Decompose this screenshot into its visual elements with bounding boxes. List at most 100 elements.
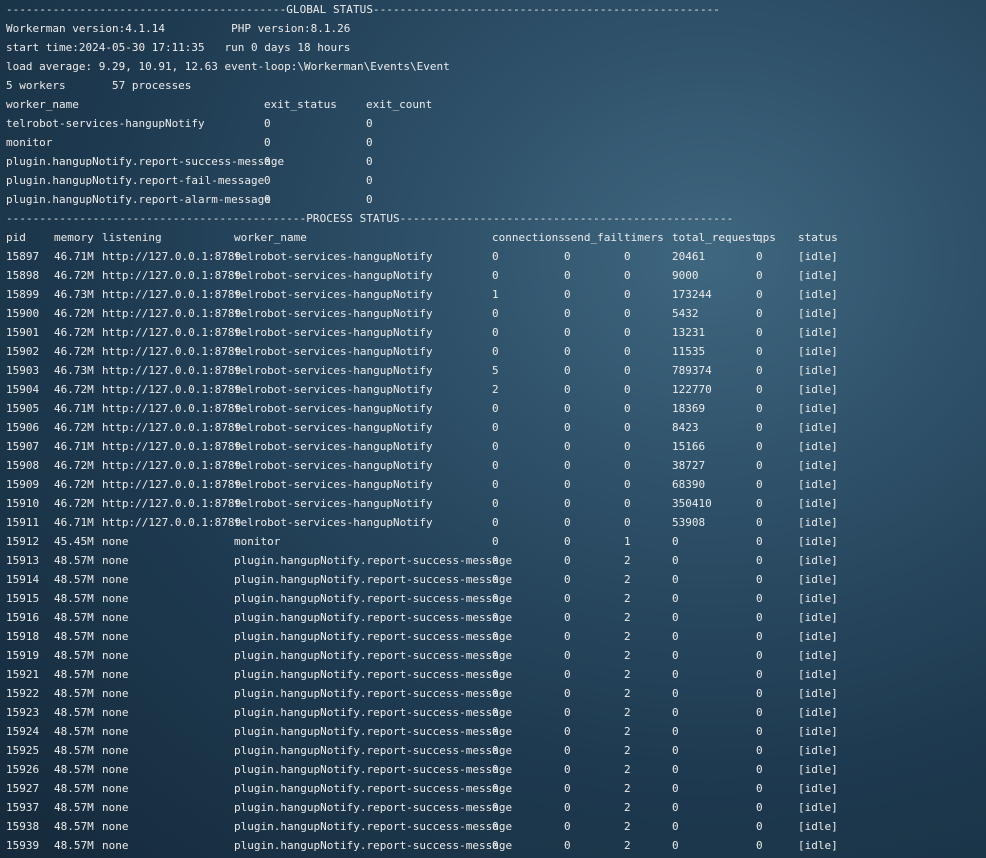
process-qps: 0	[756, 516, 763, 529]
process-qps: 0	[756, 573, 763, 586]
process-memory: 46.72M	[54, 421, 94, 434]
process-qps: 0	[756, 478, 763, 491]
process-qps: 0	[756, 288, 763, 301]
process-timers: 2	[624, 630, 631, 643]
process-timers: 0	[624, 250, 631, 263]
process-listening: http://127.0.0.1:8789	[102, 345, 242, 358]
process-listening: none	[102, 630, 129, 643]
process-status: [idle]	[798, 725, 838, 738]
process-table-header: pid memory listening worker_name connect…	[6, 228, 981, 247]
process-connections: 0	[492, 782, 499, 795]
process-status: [idle]	[798, 516, 838, 529]
process-qps: 0	[756, 307, 763, 320]
process-status: [idle]	[798, 269, 838, 282]
process-connections: 0	[492, 402, 499, 415]
col-pid: pid	[6, 231, 26, 244]
process-send-fail: 0	[564, 269, 571, 282]
process-connections: 0	[492, 592, 499, 605]
version-line: Workerman version:4.1.14 PHP version:8.1…	[6, 19, 981, 38]
process-qps: 0	[756, 497, 763, 510]
version-text: Workerman version:4.1.14 PHP version:8.1…	[6, 22, 351, 35]
process-total-request: 0	[672, 839, 679, 852]
process-pid: 15922	[6, 687, 40, 700]
process-send-fail: 0	[564, 706, 571, 719]
process-total-request: 38727	[672, 459, 706, 472]
process-memory: 48.57M	[54, 611, 94, 624]
process-listening: none	[102, 839, 129, 852]
process-worker-name: telrobot-services-hangupNotify	[234, 516, 433, 529]
process-total-request: 9000	[672, 269, 699, 282]
exit-count: 0	[366, 117, 373, 130]
process-memory: 46.71M	[54, 516, 94, 529]
process-pid: 15897	[6, 250, 40, 263]
process-qps: 0	[756, 269, 763, 282]
process-row: 15900 46.72M http://127.0.0.1:8789 telrobot…	[6, 304, 981, 323]
process-rows: 15897 46.71M http://127.0.0.1:8789 telrobot…	[6, 247, 981, 855]
process-timers: 0	[624, 345, 631, 358]
process-timers: 0	[624, 288, 631, 301]
process-status: [idle]	[798, 630, 838, 643]
process-timers: 2	[624, 782, 631, 795]
process-pid: 15915	[6, 592, 40, 605]
load-average-line: load average: 9.29, 10.91, 12.63 event-l…	[6, 57, 981, 76]
process-row: 15899 46.73M http://127.0.0.1:8789 telrobot…	[6, 285, 981, 304]
process-row: 15939 48.57M none plugin.hangupNotify.repor…	[6, 836, 981, 855]
process-worker-name: telrobot-services-hangupNotify	[234, 478, 433, 491]
process-row: 15912 45.45M none monitor 0 0 1 0 0 [idle]	[6, 532, 981, 551]
process-qps: 0	[756, 535, 763, 548]
process-connections: 0	[492, 421, 499, 434]
process-listening: http://127.0.0.1:8789	[102, 421, 242, 434]
process-connections: 0	[492, 250, 499, 263]
process-worker-name: plugin.hangupNotify.report-success-messa…	[234, 554, 513, 567]
process-total-request: 0	[672, 782, 679, 795]
process-worker-name: plugin.hangupNotify.report-success-messa…	[234, 573, 513, 586]
process-worker-name: plugin.hangupNotify.report-success-messa…	[234, 706, 513, 719]
process-pid: 15898	[6, 269, 40, 282]
process-timers: 2	[624, 744, 631, 757]
process-timers: 0	[624, 516, 631, 529]
process-memory: 45.45M	[54, 535, 94, 548]
process-timers: 1	[624, 535, 631, 548]
process-qps: 0	[756, 630, 763, 643]
process-send-fail: 0	[564, 459, 571, 472]
process-row: 15901 46.72M http://127.0.0.1:8789 telrobot…	[6, 323, 981, 342]
process-connections: 0	[492, 668, 499, 681]
process-status: [idle]	[798, 782, 838, 795]
process-timers: 0	[624, 421, 631, 434]
process-pid: 15914	[6, 573, 40, 586]
process-qps: 0	[756, 611, 763, 624]
process-send-fail: 0	[564, 649, 571, 662]
process-qps: 0	[756, 744, 763, 757]
process-status: [idle]	[798, 459, 838, 472]
start-time-text: start time:2024-05-30 17:11:35 run 0 day…	[6, 41, 351, 54]
workers-count-text: 5 workers 57 processes	[6, 79, 192, 92]
process-status: [idle]	[798, 744, 838, 757]
process-send-fail: 0	[564, 288, 571, 301]
process-timers: 2	[624, 573, 631, 586]
process-pid: 15912	[6, 535, 40, 548]
process-listening: none	[102, 725, 129, 738]
process-memory: 48.57M	[54, 763, 94, 776]
process-send-fail: 0	[564, 687, 571, 700]
process-pid: 15913	[6, 554, 40, 567]
process-memory: 46.72M	[54, 269, 94, 282]
workers-count-line: 5 workers 57 processes	[6, 76, 981, 95]
process-send-fail: 0	[564, 307, 571, 320]
worker-name: monitor	[6, 136, 53, 149]
process-pid: 15908	[6, 459, 40, 472]
exit-status: 0	[264, 174, 271, 187]
process-pid: 15937	[6, 801, 40, 814]
process-status: [idle]	[798, 801, 838, 814]
process-timers: 0	[624, 326, 631, 339]
process-worker-name: telrobot-services-hangupNotify	[234, 364, 433, 377]
process-status: [idle]	[798, 573, 838, 586]
process-pid: 15901	[6, 326, 40, 339]
process-listening: none	[102, 763, 129, 776]
process-total-request: 789374	[672, 364, 712, 377]
col-total-request: total_request	[672, 231, 759, 244]
process-listening: http://127.0.0.1:8789	[102, 326, 242, 339]
col-status: status	[798, 231, 838, 244]
process-timers: 2	[624, 763, 631, 776]
process-memory: 46.72M	[54, 326, 94, 339]
process-row: 15902 46.72M http://127.0.0.1:8789 telrobot…	[6, 342, 981, 361]
